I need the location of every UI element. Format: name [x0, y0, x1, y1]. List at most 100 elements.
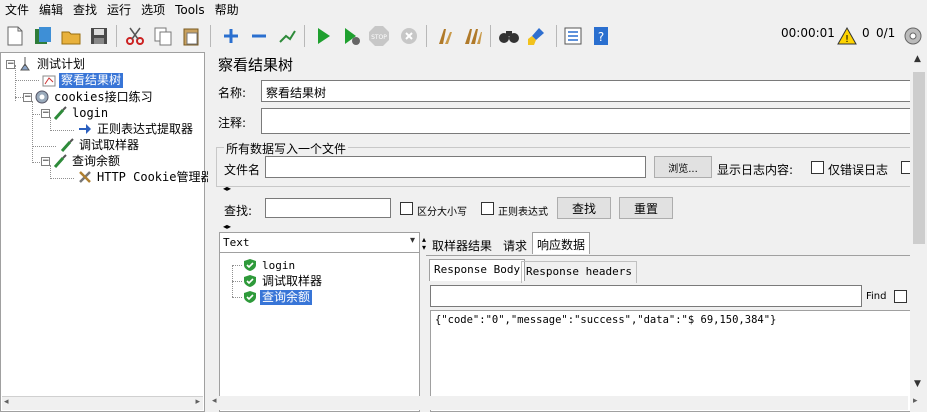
cut-icon[interactable] [124, 25, 146, 47]
sample-label: login [262, 258, 296, 272]
sample-item-login[interactable]: login [242, 257, 297, 273]
renderer-value: Text [223, 236, 250, 249]
tree-item-label: 调试取样器 [79, 137, 140, 152]
reset-button[interactable]: 重置 [619, 197, 673, 219]
subtab-response-body[interactable]: Response Body [429, 259, 526, 281]
listener-icon [41, 72, 57, 88]
tree-item-label: 察看结果树 [59, 72, 124, 88]
wrench-icon [77, 169, 93, 185]
collapse-icon[interactable]: − [41, 108, 50, 118]
find-button[interactable]: 查找 [557, 197, 611, 219]
menu-search[interactable]: 查找 [68, 0, 102, 20]
regex-label: 正则表达式 [498, 207, 548, 218]
collapse-icon[interactable]: − [41, 156, 50, 166]
tree-item-login[interactable]: − login [41, 105, 110, 121]
expand-all-icon[interactable] [220, 25, 242, 47]
warning-count: 0 [862, 26, 870, 40]
function-helper-icon[interactable] [562, 25, 584, 47]
menu-bar: 文件 编辑 查找 运行 选项 Tools 帮助 [0, 0, 927, 20]
test-plan-tree[interactable]: − 测试计划 察看结果树 − cookies接口练习 − login 正则表达式… [0, 52, 212, 412]
templates-icon[interactable] [32, 25, 54, 47]
search-icon[interactable] [498, 25, 520, 47]
tree-item-query-balance[interactable]: − 查询余额 [41, 153, 122, 169]
subtab-response-headers[interactable]: Response headers [521, 261, 637, 283]
tree-horizontal-scrollbar[interactable]: ◂ ▸ [2, 396, 203, 410]
chevron-down-icon[interactable]: ▾ [410, 235, 415, 246]
search-input[interactable] [265, 198, 391, 218]
errors-only-label: 仅错误日志 [828, 163, 889, 177]
collapse-icon[interactable]: − [6, 59, 15, 69]
collapse-all-icon[interactable] [248, 25, 270, 47]
menu-help[interactable]: 帮助 [210, 0, 244, 20]
clear-all-icon[interactable] [462, 25, 484, 47]
response-find-input[interactable] [430, 285, 862, 307]
tab-sampler-result[interactable]: 取样器结果 [428, 234, 496, 256]
copy-icon[interactable] [152, 25, 174, 47]
renderer-select[interactable]: Text ▾ [220, 233, 419, 253]
sample-item-query-balance[interactable]: 查询余额 [242, 289, 313, 305]
tree-item-view-results-tree[interactable]: 察看结果树 [41, 72, 124, 88]
split-arrows-icon[interactable]: ◂▸ [223, 185, 231, 193]
menu-options[interactable]: 选项 [136, 0, 170, 20]
element-panel: 察看结果树 名称: 察看结果树 注释: 所有数据写入一个文件 文件名 浏览...… [208, 52, 927, 412]
sample-results-pane: Text ▾ login 调试取样器 查询余额 [219, 232, 420, 412]
find-checkbox[interactable] [894, 290, 907, 303]
tree-item-label: 测试计划 [37, 56, 86, 71]
help-icon[interactable]: ? [590, 25, 612, 47]
save-icon[interactable] [88, 25, 110, 47]
find-label: Find [866, 291, 887, 302]
tree-item-thread-group[interactable]: − cookies接口练习 [23, 89, 155, 105]
tab-response-data[interactable]: 响应数据 [532, 232, 591, 254]
name-label: 名称: [218, 86, 247, 100]
warning-icon[interactable]: ! [836, 25, 858, 47]
tree-item-regex-extractor[interactable]: 正则表达式提取器 [77, 121, 195, 137]
file-group-title: 所有数据写入一个文件 [224, 140, 349, 157]
menu-file[interactable]: 文件 [0, 0, 34, 20]
remote-status-icon [902, 25, 924, 47]
panel-horizontal-scrollbar[interactable]: ◂ [210, 396, 908, 410]
tree-item-cookie-manager[interactable]: HTTP Cookie管理器 [77, 169, 214, 185]
panel-vertical-scrollbar[interactable]: ▲ ▼ ▸ [910, 52, 927, 412]
new-icon[interactable] [4, 25, 26, 47]
tree-item-label: 正则表达式提取器 [97, 121, 194, 136]
name-input[interactable]: 察看结果树 [261, 80, 911, 102]
sample-item-debug-sampler[interactable]: 调试取样器 [242, 273, 324, 289]
case-sensitive-checkbox[interactable] [400, 202, 413, 215]
tab-request[interactable]: 请求 [499, 234, 531, 256]
sampler-pipette-icon [59, 137, 75, 153]
tree-item-label: cookies接口练习 [54, 89, 153, 104]
tree-item-test-plan[interactable]: − 测试计划 [6, 56, 87, 72]
collapse-icon[interactable]: − [23, 92, 32, 102]
shutdown-icon[interactable] [398, 25, 420, 47]
menu-tools[interactable]: Tools [170, 0, 210, 20]
log-content-label: 显示日志内容: [717, 163, 794, 177]
page-title: 察看结果树 [218, 56, 294, 74]
regex-checkbox[interactable] [481, 202, 494, 215]
menu-edit[interactable]: 编辑 [34, 0, 68, 20]
comment-input[interactable] [261, 108, 911, 134]
clear-icon[interactable] [434, 25, 456, 47]
menu-run[interactable]: 运行 [102, 0, 136, 20]
split-arrows-icon[interactable]: ▾ [422, 244, 426, 252]
reset-search-icon[interactable] [526, 25, 548, 47]
success-shield-icon [242, 289, 258, 305]
stop-icon[interactable]: STOP [368, 25, 390, 47]
start-icon[interactable] [312, 25, 334, 47]
scrollbar-thumb[interactable] [913, 72, 925, 244]
svg-text:STOP: STOP [371, 34, 387, 41]
filename-input[interactable] [265, 156, 646, 178]
svg-text:?: ? [598, 30, 604, 44]
toggle-icon[interactable] [276, 25, 298, 47]
svg-text:!: ! [845, 34, 849, 45]
split-arrows-icon[interactable]: ◂▸ [223, 223, 231, 231]
tree-item-label: HTTP Cookie管理器 [97, 169, 213, 184]
sampler-pipette-icon [52, 105, 68, 121]
comment-label: 注释: [218, 116, 247, 130]
start-no-pauses-icon[interactable] [340, 25, 362, 47]
tree-item-label: 查询余额 [72, 153, 121, 168]
open-icon[interactable] [60, 25, 82, 47]
tree-item-debug-sampler[interactable]: 调试取样器 [59, 137, 141, 153]
errors-only-checkbox[interactable] [811, 161, 824, 174]
browse-button[interactable]: 浏览... [654, 156, 712, 178]
paste-icon[interactable] [180, 25, 202, 47]
